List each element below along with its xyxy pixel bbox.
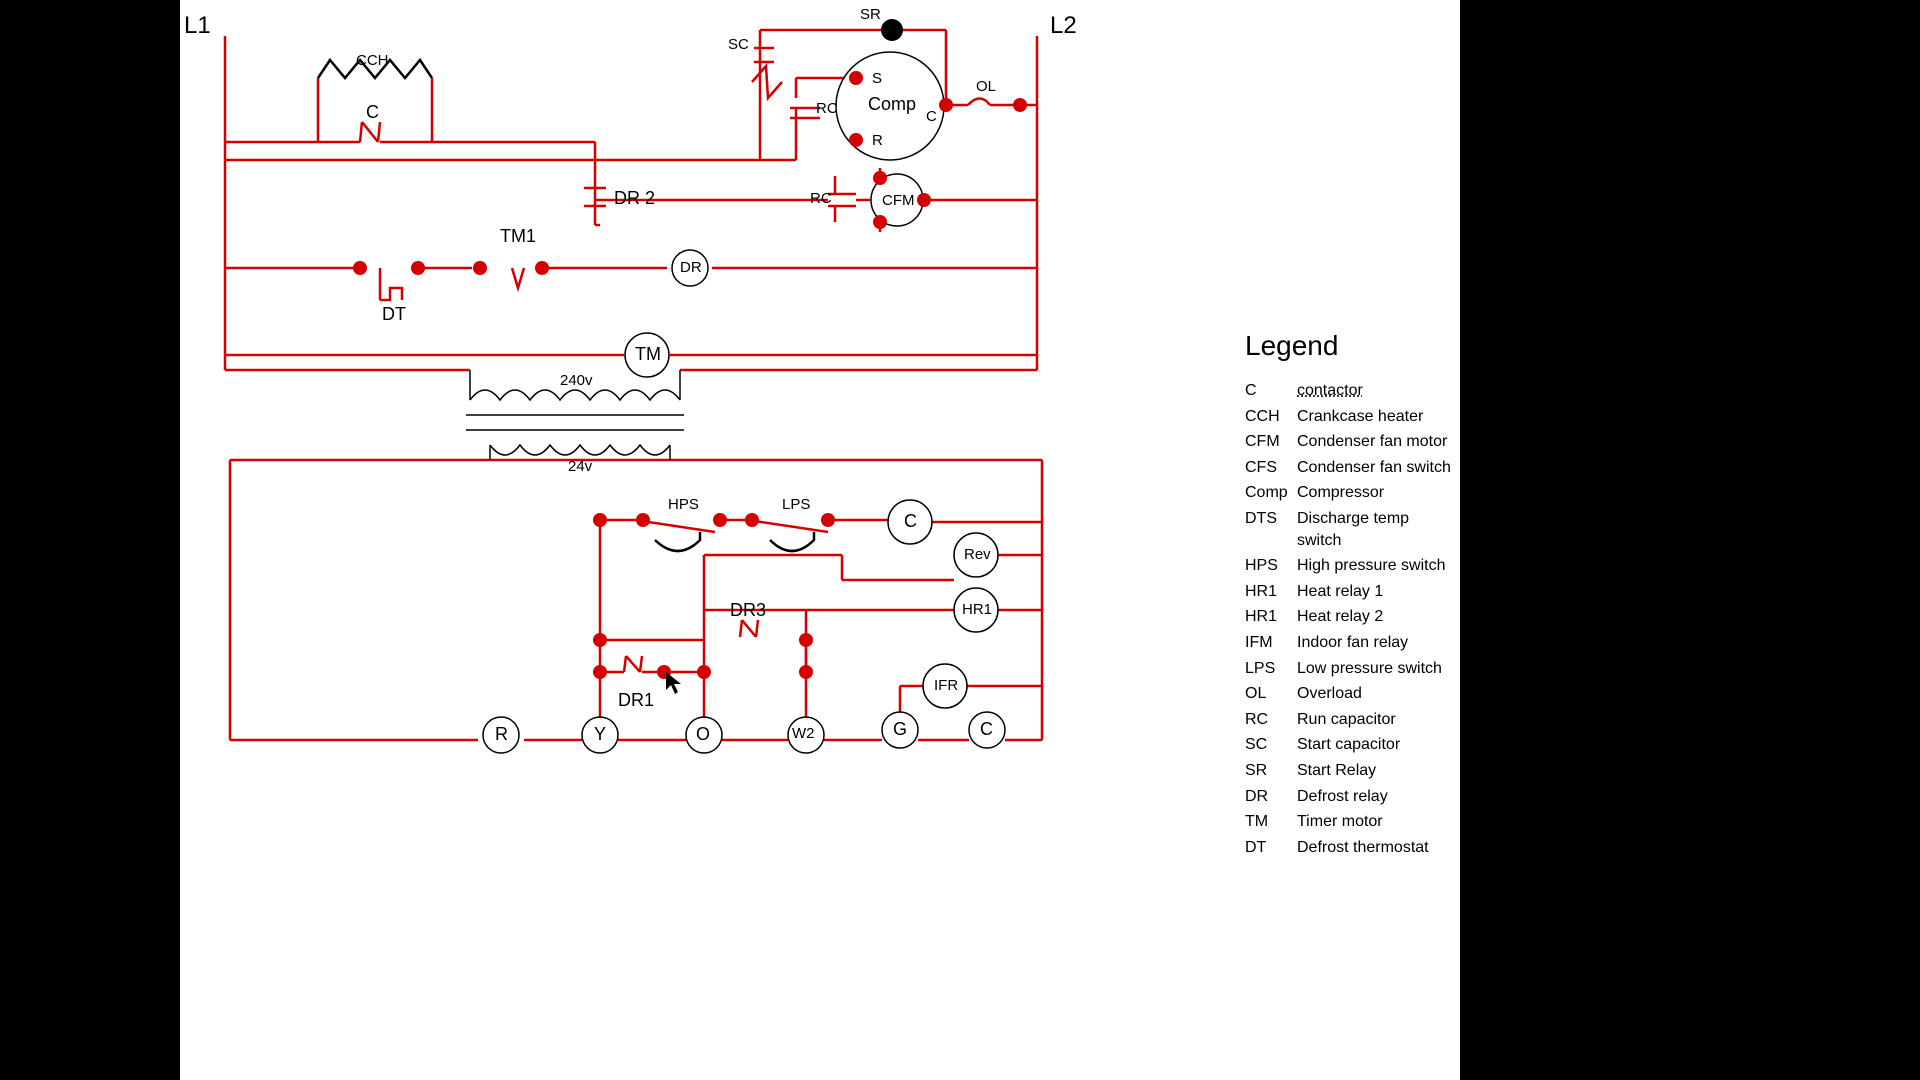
legend-def: Defrost relay	[1297, 786, 1455, 808]
label-cch: CCH	[356, 52, 389, 69]
legend-def: Overload	[1297, 683, 1455, 705]
label-hr1: HR1	[962, 601, 992, 618]
legend-def: Start Relay	[1297, 760, 1455, 782]
legend-def: Crankcase heater	[1297, 406, 1455, 428]
legend-abbr: CFS	[1245, 457, 1287, 479]
legend-title: Legend	[1245, 330, 1455, 362]
legend-row: SR Start Relay	[1245, 760, 1455, 782]
label-dt: DT	[382, 304, 406, 325]
legend-abbr: SC	[1245, 734, 1287, 756]
legend-row: DR Defrost relay	[1245, 786, 1455, 808]
legend-def: Timer motor	[1297, 811, 1455, 833]
legend-row: RC Run capacitor	[1245, 709, 1455, 731]
legend-def: Start capacitor	[1297, 734, 1455, 756]
label-hps: HPS	[668, 496, 699, 513]
label-240v: 240v	[560, 372, 593, 389]
legend-def: Run capacitor	[1297, 709, 1455, 731]
legend-abbr: SR	[1245, 760, 1287, 782]
legend-def: Heat relay 1	[1297, 581, 1455, 603]
legend-panel: Legend CcontactorCCHCrankcase heaterCFMC…	[1245, 330, 1455, 862]
label-comp: Comp	[868, 94, 916, 115]
canvas: L1 L2 CCH C SC SR RC S C R Comp OL DR 2 …	[180, 0, 1460, 1080]
label-tm: TM	[635, 344, 661, 365]
legend-abbr: DR	[1245, 786, 1287, 808]
legend-row: DT Defrost thermostat	[1245, 837, 1455, 859]
legend-def: Low pressure switch	[1297, 658, 1455, 680]
label-sr: SR	[860, 6, 881, 23]
legend-row: LPS Low pressure switch	[1245, 658, 1455, 680]
label-ifr: IFR	[934, 677, 958, 694]
label-sc: SC	[728, 36, 749, 53]
terminal-o: O	[696, 724, 710, 745]
label-lps: LPS	[782, 496, 810, 513]
legend-abbr: DT	[1245, 837, 1287, 859]
legend-row: CFM Condenser fan motor	[1245, 431, 1455, 453]
legend-abbr: TM	[1245, 811, 1287, 833]
legend-def: Heat relay 2	[1297, 606, 1455, 628]
legend-row: HR1 Heat relay 1	[1245, 581, 1455, 603]
label-dr3: DR3	[730, 600, 766, 621]
legend-row: TM Timer motor	[1245, 811, 1455, 833]
rail-l1: L1	[184, 12, 211, 40]
label-s: S	[872, 70, 882, 87]
legend-abbr: OL	[1245, 683, 1287, 705]
legend-abbr: HR1	[1245, 581, 1287, 603]
terminal-y: Y	[594, 724, 606, 745]
legend-row: OL Overload	[1245, 683, 1455, 705]
terminal-w2: W2	[792, 725, 815, 742]
legend-row: DTS Discharge temp switch	[1245, 508, 1455, 551]
label-cfm: CFM	[882, 192, 915, 209]
legend-abbr: CFM	[1245, 431, 1287, 453]
legend-abbr: RC	[1245, 709, 1287, 731]
legend-abbr: HPS	[1245, 555, 1287, 577]
label-ol: OL	[976, 78, 996, 95]
label-c-contact: C	[366, 102, 379, 123]
terminal-g: G	[893, 719, 907, 740]
legend-abbr: DTS	[1245, 508, 1287, 530]
label-dr1: DR1	[618, 690, 654, 711]
label-cterm: C	[926, 108, 937, 125]
legend-abbr: C	[1245, 380, 1287, 402]
legend-abbr: CCH	[1245, 406, 1287, 428]
legend-def: Discharge temp switch	[1297, 508, 1455, 551]
label-dr: DR	[680, 259, 702, 276]
legend-def: Condenser fan motor	[1297, 431, 1455, 453]
legend-row: CFS Condenser fan switch	[1245, 457, 1455, 479]
legend-def: Indoor fan relay	[1297, 632, 1455, 654]
terminal-r: R	[495, 724, 508, 745]
legend-row: SC Start capacitor	[1245, 734, 1455, 756]
legend-row: IFM Indoor fan relay	[1245, 632, 1455, 654]
label-24v: 24v	[568, 458, 592, 475]
legend-abbr: LPS	[1245, 658, 1287, 680]
legend-def: Condenser fan switch	[1297, 457, 1455, 479]
label-c-coil: C	[904, 511, 917, 532]
label-dr2: DR 2	[614, 188, 655, 209]
legend-abbr: IFM	[1245, 632, 1287, 654]
legend-row: HPS High pressure switch	[1245, 555, 1455, 577]
legend-def: Compressor	[1297, 482, 1455, 504]
legend-def: contactor	[1297, 380, 1455, 402]
legend-row: Comp Compressor	[1245, 482, 1455, 504]
label-rc1: RC	[816, 100, 838, 117]
legend-row: Ccontactor	[1245, 380, 1455, 402]
legend-def: Defrost thermostat	[1297, 837, 1455, 859]
legend-def: High pressure switch	[1297, 555, 1455, 577]
legend-row: HR1 Heat relay 2	[1245, 606, 1455, 628]
legend-row: CCH Crankcase heater	[1245, 406, 1455, 428]
legend-abbr: HR1	[1245, 606, 1287, 628]
terminal-c: C	[980, 719, 993, 740]
label-rev: Rev	[964, 546, 991, 563]
label-rc2: RC	[810, 190, 832, 207]
rail-l2: L2	[1050, 12, 1077, 40]
label-rterm: R	[872, 132, 883, 149]
label-tm1: TM1	[500, 226, 536, 247]
legend-abbr: Comp	[1245, 482, 1287, 504]
